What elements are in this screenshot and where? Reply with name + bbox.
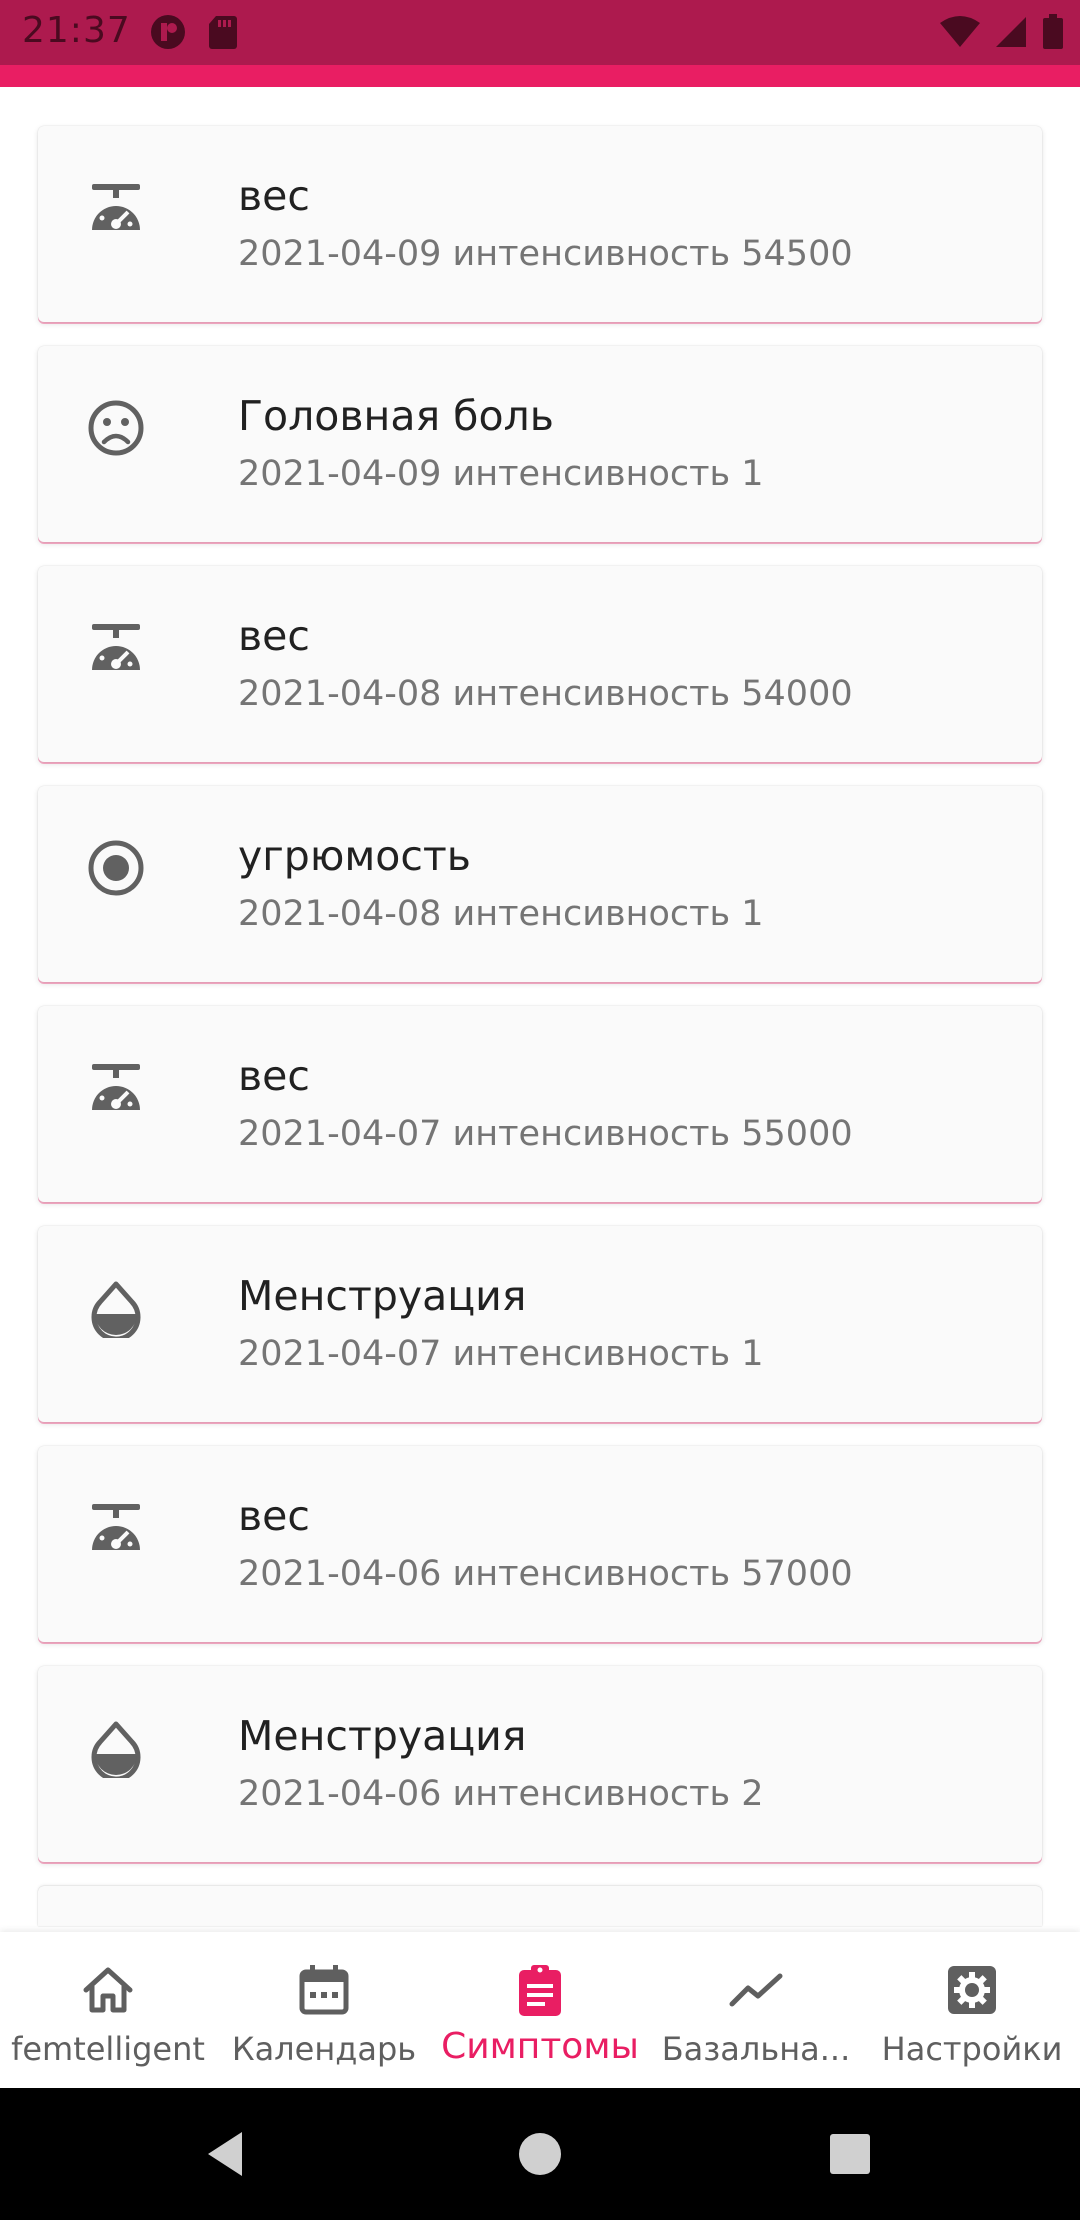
symptom-details: 2021-04-09 интенсивность 1 [238,454,764,494]
back-icon[interactable] [198,2126,254,2182]
scale-icon [92,1064,140,1110]
symptom-card-partial[interactable] [38,1886,1042,1926]
scale-icon [92,184,140,230]
symptom-details: 2021-04-08 интенсивность 54000 [238,674,853,714]
symptom-title: угрюмость [238,832,471,880]
cell-signal-icon [996,17,1026,47]
app-notification-icon [151,15,185,49]
sd-card-icon [209,16,237,49]
symptom-details: 2021-04-06 интенсивность 2 [238,1774,764,1814]
symptom-card[interactable]: Менструация 2021-04-06 интенсивность 2 [38,1666,1042,1862]
clipboard-icon [519,1965,561,2016]
nav-label: Симптомы [441,2026,639,2067]
home-button-icon[interactable] [512,2126,568,2182]
home-icon [83,1967,133,2013]
symptom-card[interactable]: Менструация 2021-04-07 интенсивность 1 [38,1226,1042,1422]
nav-item-home[interactable]: femtelligent [0,1932,216,2088]
symptom-details: 2021-04-09 интенсивность 54500 [238,234,853,274]
settings-gear-icon [948,1966,996,2014]
symptom-title: Менструация [238,1712,527,1760]
drop-icon [91,1281,141,1338]
symptom-title: вес [238,1492,310,1540]
sad-face-icon [88,400,144,456]
symptom-title: Головная боль [238,392,554,440]
symptom-details: 2021-04-07 интенсивность 1 [238,1334,764,1374]
nav-item-basal-temperature[interactable]: Базальна... [648,1932,864,2088]
system-navigation-bar [0,2088,1080,2220]
app-bar [0,65,1080,87]
symptom-card[interactable]: вес 2021-04-07 интенсивность 55000 [38,1006,1042,1202]
symptom-card[interactable]: вес 2021-04-08 интенсивность 54000 [38,566,1042,762]
scale-icon [92,1504,140,1550]
nav-label: femtelligent [11,2030,205,2068]
symptom-details: 2021-04-06 интенсивность 57000 [238,1554,853,1594]
scale-icon [92,624,140,670]
nav-item-settings[interactable]: Настройки [864,1932,1080,2088]
recents-icon[interactable] [822,2126,878,2182]
bottom-navigation: femtelligent Календарь Симптомы Базальна… [0,1932,1080,2088]
symptom-card[interactable]: Головная боль 2021-04-09 интенсивность 1 [38,346,1042,542]
symptom-card[interactable]: вес 2021-04-09 интенсивность 54500 [38,126,1042,322]
nav-label: Календарь [231,2030,417,2068]
symptom-card[interactable]: вес 2021-04-06 интенсивность 57000 [38,1446,1042,1642]
radio-dot-icon [88,840,144,896]
symptom-title: вес [238,1052,310,1100]
status-bar: 21:37 [0,0,1080,65]
nav-label: Базальна... [661,2030,851,2068]
wifi-icon [940,16,980,47]
nav-label: Настройки [881,2030,1063,2068]
symptom-title: вес [238,612,310,660]
drop-icon [91,1721,141,1778]
symptom-card[interactable]: угрюмость 2021-04-08 интенсивность 1 [38,786,1042,982]
nav-item-calendar[interactable]: Календарь [216,1932,432,2088]
status-time: 21:37 [22,10,131,51]
calendar-icon [299,1965,349,2015]
symptom-details: 2021-04-08 интенсивность 1 [238,894,764,934]
symptom-list: вес 2021-04-09 интенсивность 54500 Голов… [38,126,1042,1886]
symptom-details: 2021-04-07 интенсивность 55000 [238,1114,853,1154]
trend-line-icon [729,1973,783,2007]
battery-icon [1043,14,1063,49]
symptom-title: вес [238,172,310,220]
symptom-title: Менструация [238,1272,527,1320]
nav-item-symptoms[interactable]: Симптомы [432,1932,648,2088]
